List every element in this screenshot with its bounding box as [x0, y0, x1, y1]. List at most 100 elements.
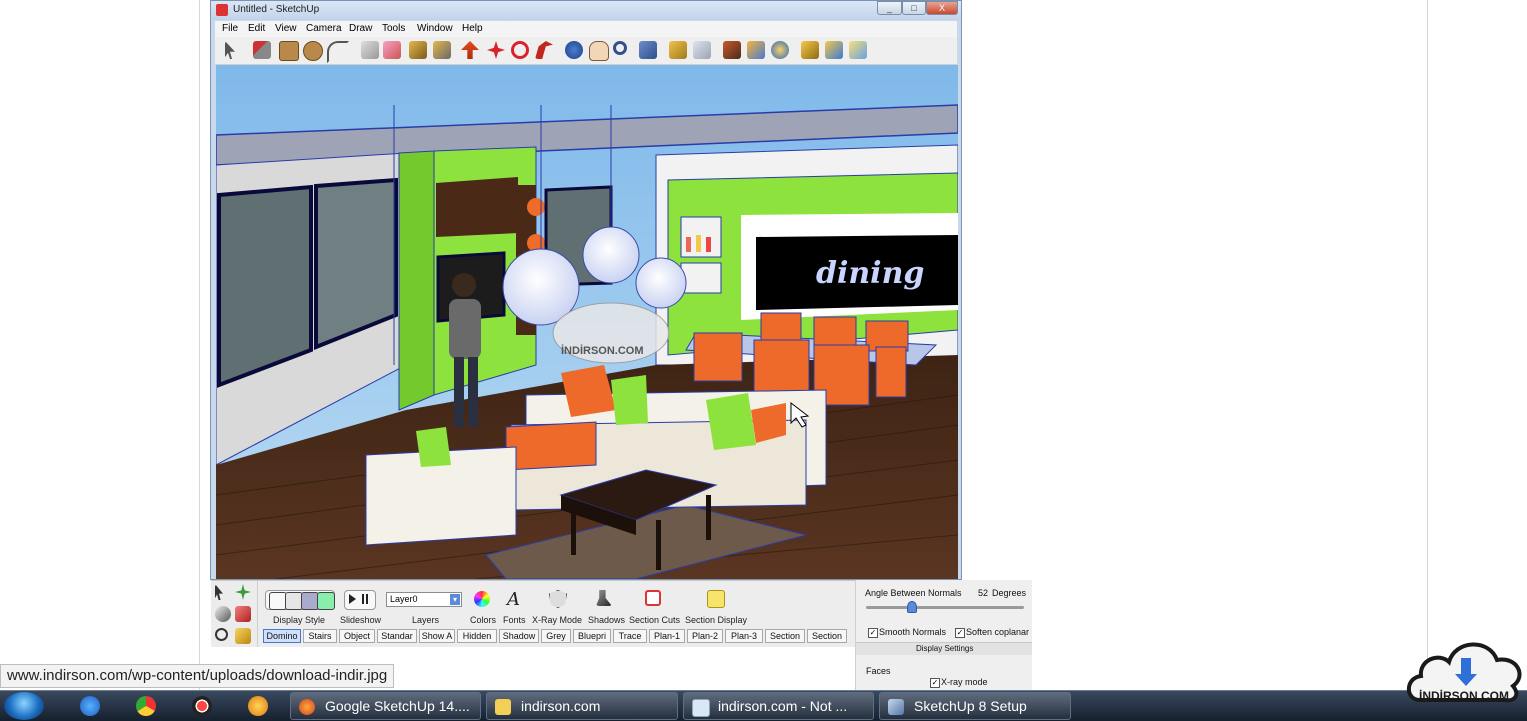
maximize-button[interactable]: □: [902, 1, 926, 15]
smooth-normals-checkbox[interactable]: ✓: [868, 628, 878, 638]
look-around-icon[interactable]: [747, 41, 765, 59]
offset-icon[interactable]: [461, 41, 479, 59]
pencil-icon[interactable]: [253, 41, 271, 59]
zoom-icon[interactable]: [613, 41, 627, 55]
circle-icon[interactable]: [303, 41, 323, 61]
scene-tab-plan-1[interactable]: Plan-1: [649, 629, 685, 643]
scene-tab-object[interactable]: Object: [339, 629, 375, 643]
viewport-watermark-text: İNDİRSON.COM: [561, 344, 644, 357]
scene-tab-trace[interactable]: Trace: [613, 629, 647, 643]
scene-tab-hidden[interactable]: Hidden: [457, 629, 497, 643]
warehouse-icon[interactable]: [771, 41, 789, 59]
pan-icon[interactable]: [589, 41, 609, 61]
task-firefox[interactable]: Google SketchUp 14....: [290, 692, 481, 720]
layer-select[interactable]: Layer0 ▾: [386, 592, 462, 607]
task-folder[interactable]: indirson.com: [486, 692, 678, 720]
menu-file[interactable]: File: [222, 23, 238, 34]
angle-slider-track[interactable]: [866, 606, 1024, 609]
green-column-side: [398, 150, 435, 411]
scene-tab-blueprint[interactable]: Bluepri: [573, 629, 611, 643]
section-cuts-icon[interactable]: [645, 590, 661, 606]
zoom-icon[interactable]: [215, 628, 228, 641]
task-setup[interactable]: SketchUp 8 Setup: [879, 692, 1071, 720]
menu-draw[interactable]: Draw: [349, 23, 372, 34]
follow-me-icon[interactable]: [511, 41, 529, 59]
bottle-1: [686, 237, 691, 252]
angle-unit: Degrees: [992, 588, 1027, 598]
menu-view[interactable]: View: [275, 23, 297, 34]
push-pull-icon[interactable]: [409, 41, 427, 59]
label-slideshow: Slideshow: [340, 615, 382, 625]
rotate-icon[interactable]: [487, 41, 505, 59]
sketchup-app-icon: [216, 4, 228, 16]
styles-toolbar-panel: Display Style Slideshow Layer0 ▾ Layers …: [211, 580, 856, 647]
get-models-icon[interactable]: [849, 41, 867, 59]
angle-slider-thumb[interactable]: [906, 601, 917, 613]
scene-tab-section-2[interactable]: Section: [807, 629, 847, 643]
minimize-button[interactable]: _: [877, 1, 902, 15]
menu-window[interactable]: Window: [417, 23, 453, 34]
textured-icon[interactable]: [317, 592, 335, 610]
hand-icon[interactable]: [215, 606, 231, 622]
rectangle-icon[interactable]: [279, 41, 299, 61]
task-notepad[interactable]: indirson.com - Not ...: [683, 692, 874, 720]
media-icon[interactable]: [248, 696, 268, 716]
badge-arrow-shaft: [1461, 658, 1471, 676]
axes-icon[interactable]: [235, 584, 251, 600]
label-section-display: Section Display: [685, 615, 748, 625]
soften-coplanar-checkbox[interactable]: ✓: [955, 628, 965, 638]
section-icon[interactable]: [669, 41, 687, 59]
chrome-icon[interactable]: [136, 696, 156, 716]
share-icon[interactable]: [825, 41, 843, 59]
scene-tab-grey[interactable]: Grey: [541, 629, 571, 643]
paint-bucket-icon[interactable]: [383, 41, 401, 59]
zoom-extents-icon[interactable]: [639, 41, 657, 59]
component-icon[interactable]: [801, 41, 819, 59]
chevron-down-icon: ▾: [450, 594, 460, 605]
scene-tab-section-1[interactable]: Section: [765, 629, 805, 643]
scene-tab-domino[interactable]: Domino: [263, 629, 301, 643]
scale-icon[interactable]: [535, 41, 553, 59]
fonts-icon[interactable]: A: [507, 589, 520, 610]
orbit-icon[interactable]: [565, 41, 583, 59]
recorder-icon[interactable]: [192, 696, 212, 716]
title-bar[interactable]: Untitled - SketchUp _ □ X: [211, 1, 961, 20]
xray-icon[interactable]: [549, 590, 567, 608]
section-display-icon[interactable]: [707, 590, 725, 608]
menu-help[interactable]: Help: [462, 23, 483, 34]
display-settings-header[interactable]: Display Settings: [856, 642, 1032, 655]
scene-tab-standard[interactable]: Standar: [377, 629, 417, 643]
arc-icon[interactable]: [327, 41, 349, 63]
shadows-icon[interactable]: [596, 590, 612, 606]
paint-icon[interactable]: [235, 628, 251, 644]
label-colors: Colors: [470, 615, 497, 625]
position-camera-icon[interactable]: [723, 41, 741, 59]
xray-mode-checkbox[interactable]: ✓: [930, 678, 940, 688]
select-icon[interactable]: [225, 41, 235, 59]
start-button[interactable]: [4, 692, 44, 720]
task-folder-label: indirson.com: [521, 698, 601, 714]
select-icon[interactable]: [215, 584, 223, 600]
model-viewport[interactable]: dining İNDİRSON.COM: [216, 65, 958, 579]
walk-icon[interactable]: [693, 41, 711, 59]
scene-tab-shadow[interactable]: Shadow: [499, 629, 539, 643]
tape-icon[interactable]: [235, 606, 251, 622]
close-button[interactable]: X: [926, 1, 958, 15]
menu-tools[interactable]: Tools: [382, 23, 405, 34]
scene-tab-plan-2[interactable]: Plan-2: [687, 629, 723, 643]
internet-explorer-icon[interactable]: [80, 696, 100, 716]
move-icon[interactable]: [433, 41, 451, 59]
scene-tab-show-a[interactable]: Show A: [419, 629, 455, 643]
pause-icon[interactable]: [362, 594, 364, 604]
main-toolbar: [215, 37, 957, 65]
menu-camera[interactable]: Camera: [306, 23, 342, 34]
eraser-icon[interactable]: [361, 41, 379, 59]
menu-edit[interactable]: Edit: [248, 23, 265, 34]
colors-icon[interactable]: [474, 591, 490, 607]
play-icon[interactable]: [349, 594, 356, 604]
page-right-border: [1427, 0, 1428, 690]
scene-tab-plan-3[interactable]: Plan-3: [725, 629, 763, 643]
lantern-2: [582, 226, 640, 284]
scene-tab-stairs[interactable]: Stairs: [303, 629, 337, 643]
status-url-bar: www.indirson.com/wp-content/uploads/down…: [0, 664, 395, 688]
